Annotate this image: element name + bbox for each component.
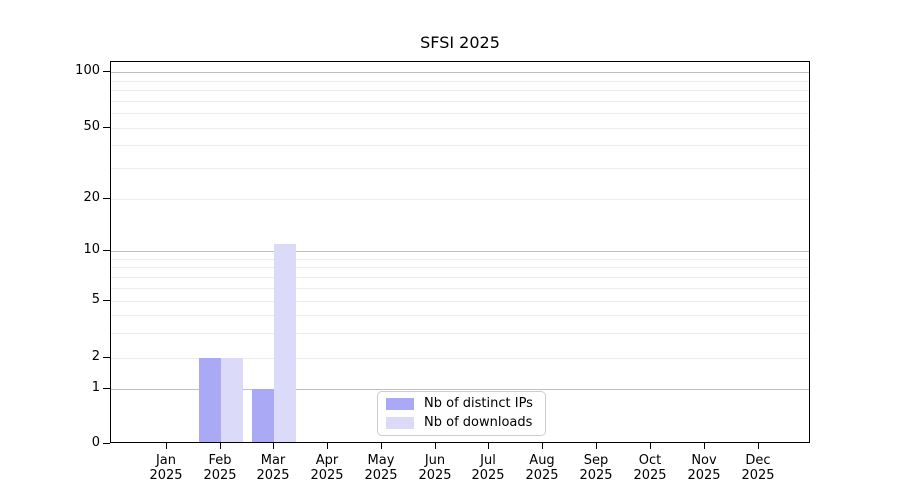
x-tick (327, 443, 328, 449)
y-tick-label: 1 (91, 380, 100, 395)
legend-label-downloads: Nb of downloads (424, 415, 533, 430)
gridline-minor (111, 81, 809, 82)
gridline-minor (111, 267, 809, 268)
x-tick-label: Dec 2025 (741, 453, 775, 483)
y-tick (103, 127, 110, 128)
x-tick (542, 443, 543, 449)
x-tick (435, 443, 436, 449)
y-tick-label: 2 (91, 349, 100, 364)
x-tick (488, 443, 489, 449)
legend-item-downloads: Nb of downloads (386, 416, 541, 430)
y-tick-label: 10 (83, 242, 100, 257)
x-tick (220, 443, 221, 449)
y-tick (103, 443, 110, 444)
y-tick (103, 357, 110, 358)
bar-nb-of-distinct-ips-mar-2025 (252, 389, 274, 442)
gridline-minor (111, 259, 809, 260)
gridline-minor (111, 199, 809, 200)
bar-nb-of-distinct-ips-feb-2025 (199, 358, 221, 442)
chart-title: SFSI 2025 (420, 33, 500, 52)
gridline-minor (111, 277, 809, 278)
gridline-minor (111, 145, 809, 146)
gridline-minor (111, 288, 809, 289)
gridline-minor (111, 101, 809, 102)
gridline-minor (111, 168, 809, 169)
figure: SFSI 2025 Nb of distinct IPs Nb of downl… (0, 0, 900, 500)
legend-item-distinct-ips: Nb of distinct IPs (386, 397, 541, 411)
x-tick (758, 443, 759, 449)
gridline-minor (111, 333, 809, 334)
gridline-minor (111, 113, 809, 114)
y-tick-label: 50 (83, 119, 100, 134)
x-tick (273, 443, 274, 449)
gridline-major (111, 72, 809, 73)
y-tick-label: 0 (91, 435, 100, 450)
gridline-major (111, 251, 809, 252)
gridline-minor (111, 315, 809, 316)
y-tick (103, 71, 110, 72)
y-tick (103, 388, 110, 389)
legend-label-distinct-ips: Nb of distinct IPs (424, 396, 533, 411)
legend: Nb of distinct IPs Nb of downloads (377, 391, 546, 436)
x-tick (704, 443, 705, 449)
y-tick-label: 20 (83, 190, 100, 205)
legend-swatch-downloads (386, 417, 414, 429)
gridline-minor (111, 301, 809, 302)
y-tick (103, 198, 110, 199)
plot-area (110, 61, 810, 443)
gridline-minor (111, 90, 809, 91)
y-tick (103, 250, 110, 251)
y-tick-label: 100 (75, 63, 100, 78)
y-tick (103, 300, 110, 301)
y-tick-label: 5 (91, 292, 100, 307)
x-tick (381, 443, 382, 449)
x-tick (650, 443, 651, 449)
bar-nb-of-downloads-feb-2025 (221, 358, 243, 442)
gridline-minor (111, 128, 809, 129)
legend-swatch-distinct-ips (386, 398, 414, 410)
bar-nb-of-downloads-mar-2025 (274, 244, 296, 442)
x-tick (166, 443, 167, 449)
x-tick (596, 443, 597, 449)
